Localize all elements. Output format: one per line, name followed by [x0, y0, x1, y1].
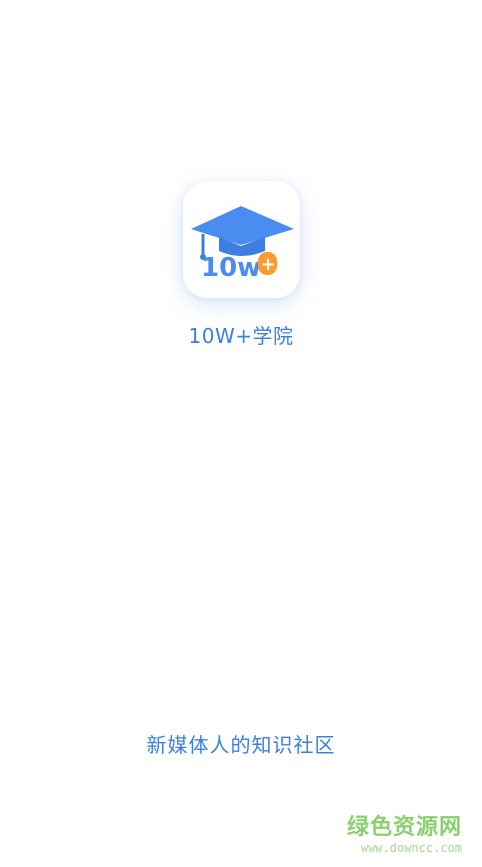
slogan: 新媒体人的知识社区 [146, 733, 336, 757]
watermark-title: 绿色资源网 [346, 815, 462, 840]
logo-plus: + [261, 254, 276, 275]
app-name: 10W+学院 [188, 324, 294, 348]
watermark: 绿色资源网 www.downcc.com [347, 815, 462, 855]
app-logo: 10w + [183, 181, 300, 298]
logo-text: 10w [201, 253, 261, 283]
splash-screen: 10w + 10W+学院 新媒体人的知识社区 绿色资源网 www.downcc.… [0, 0, 482, 867]
graduation-cap-icon: 10w + [191, 206, 294, 283]
watermark-url: www.downcc.com [360, 841, 462, 855]
